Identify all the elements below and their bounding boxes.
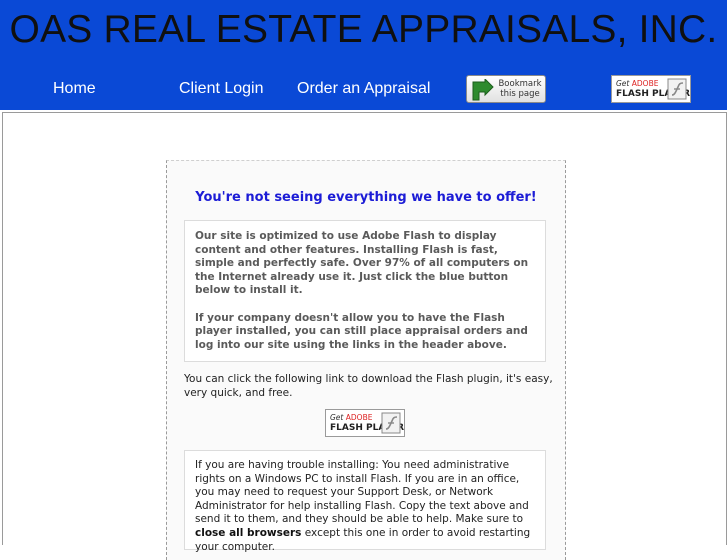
install-help-box: If you are having trouble installing: Yo… bbox=[184, 450, 546, 553]
get-flash-player-button[interactable]: Get ADOBE FLASH PLAYER bbox=[325, 409, 405, 437]
get-adobe-text: Get ADOBE bbox=[616, 79, 658, 88]
notice-paragraph-1: Our site is optimized to use Adobe Flash… bbox=[195, 230, 529, 297]
adobe-label: ADOBE bbox=[631, 79, 659, 88]
flash-logo-icon bbox=[381, 412, 401, 434]
flash-headline: You're not seeing everything we have to … bbox=[195, 190, 537, 205]
nav-order-appraisal-link[interactable]: Order an Appraisal bbox=[297, 80, 430, 98]
adobe-label: ADOBE bbox=[345, 413, 373, 422]
get-label: Get bbox=[330, 413, 344, 422]
site-title: OAS REAL ESTATE APPRAISALS, INC. bbox=[9, 8, 718, 51]
close-browsers-emphasis: close all browsers bbox=[195, 526, 302, 539]
download-instructions: You can click the following link to down… bbox=[184, 373, 553, 399]
install-help-text: If you are having trouble installing: Yo… bbox=[195, 459, 529, 526]
notice-paragraph-2: If your company doesn't allow you to hav… bbox=[195, 311, 528, 351]
nav-client-login-link[interactable]: Client Login bbox=[179, 80, 264, 98]
flash-logo-icon bbox=[667, 78, 687, 100]
nav-home-link[interactable]: Home bbox=[53, 80, 96, 98]
bookmark-arrow-icon bbox=[472, 79, 494, 101]
get-flash-player-header-button[interactable]: Get ADOBE FLASH PLAYER bbox=[611, 75, 691, 103]
get-adobe-text: Get ADOBE bbox=[330, 413, 372, 422]
flash-notice-box: Our site is optimized to use Adobe Flash… bbox=[184, 220, 546, 362]
bookmark-line-1: Bookmark bbox=[498, 79, 542, 89]
bookmark-label: Bookmark this page bbox=[496, 79, 544, 99]
bookmark-line-2: this page bbox=[500, 89, 540, 99]
site-header: OAS REAL ESTATE APPRAISALS, INC. Home Cl… bbox=[0, 0, 727, 110]
bookmark-page-button[interactable]: Bookmark this page bbox=[466, 75, 546, 103]
get-label: Get bbox=[616, 79, 630, 88]
